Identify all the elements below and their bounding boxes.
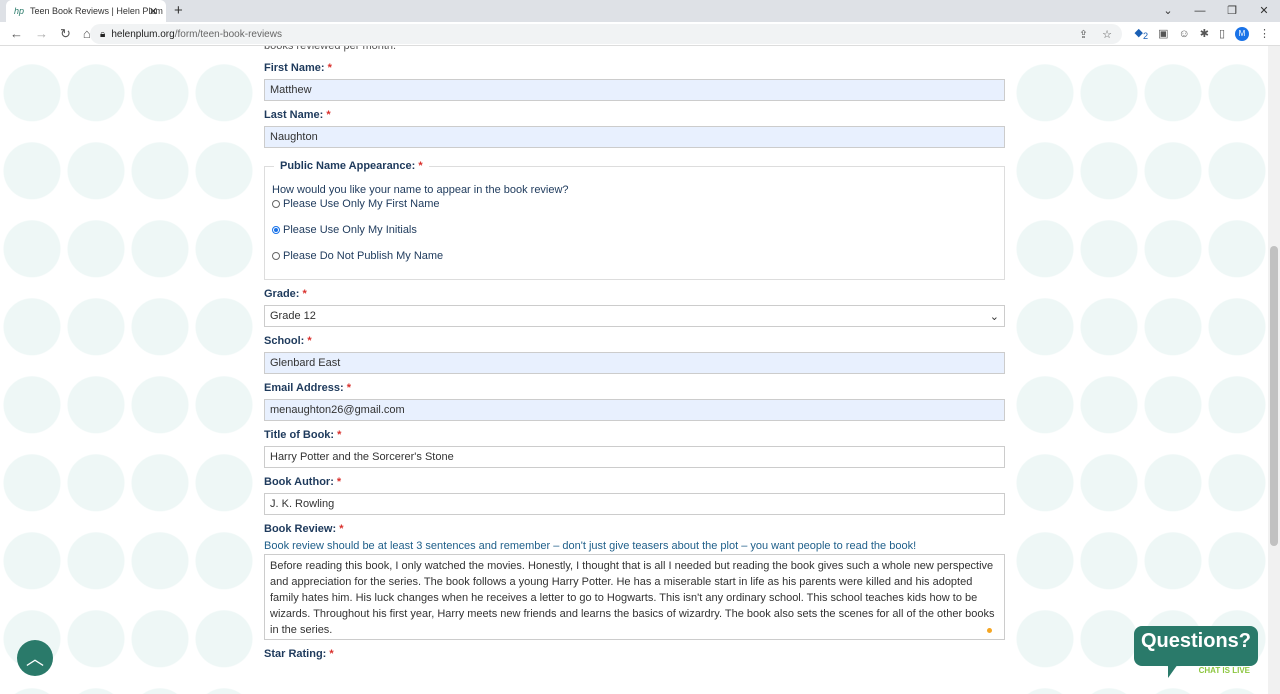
book-title-label: Title of Book: * (264, 429, 342, 441)
grammar-indicator-icon (987, 628, 992, 633)
bookmark-star-icon[interactable]: ☆ (1102, 28, 1112, 41)
side-panel-icon[interactable]: ▯ (1219, 27, 1225, 40)
menu-icon[interactable]: ⋮ (1259, 27, 1270, 40)
book-review-help: Book review should be at least 3 sentenc… (264, 540, 917, 552)
grade-label: Grade: * (264, 288, 307, 300)
last-name-label: Last Name: * (264, 109, 331, 121)
chat-widget-button[interactable]: Questions? CHAT IS LIVE (1134, 626, 1260, 680)
tab-strip: hp Teen Book Reviews | Helen Plum ✕ + ⌄ — ❐ ✕ (0, 0, 1280, 22)
puzzle-icon[interactable]: ✱ (1200, 27, 1209, 40)
chevron-up-icon: ︿ (26, 649, 44, 669)
school-label: School: * (264, 335, 312, 347)
book-author-label: Book Author: * (264, 476, 342, 488)
first-name-label: First Name: * (264, 62, 332, 74)
new-tab-button[interactable]: + (174, 2, 183, 19)
email-input[interactable]: menaughton26@gmail.com (264, 399, 1005, 421)
back-icon[interactable]: ← (10, 26, 23, 42)
chevron-down-icon: ⌄ (989, 310, 999, 323)
reload-icon[interactable]: ↻ (60, 26, 71, 42)
speech-tail (1168, 664, 1178, 678)
close-window-button[interactable]: ✕ (1248, 0, 1280, 22)
scrollbar-thumb[interactable] (1270, 246, 1278, 546)
restore-button[interactable]: ❐ (1216, 0, 1248, 22)
toolbar: ← → ↻ ⌂ 🔒︎ helenplum.org/form/teen-book-revi… (0, 22, 1280, 46)
first-name-input[interactable]: Matthew (264, 79, 1005, 101)
forward-icon[interactable]: → (35, 26, 48, 42)
radio-initials[interactable]: Please Use Only My Initials (272, 222, 997, 238)
public-name-fieldset: Public Name Appearance: * How would you … (264, 160, 1005, 280)
scroll-to-top-button[interactable]: ︿ (17, 640, 53, 676)
extension-icon[interactable]: ◆2 (1135, 26, 1149, 41)
teen-book-review-form: books reviewed per month. First Name: * … (264, 46, 1005, 665)
school-input[interactable]: Glenbard East (264, 352, 1005, 374)
share-icon[interactable]: ⇪ (1079, 28, 1088, 41)
browser-tab[interactable]: hp Teen Book Reviews | Helen Plum ✕ (6, 0, 166, 22)
radio-do-not-publish[interactable]: Please Do Not Publish My Name (272, 248, 997, 264)
email-label: Email Address: * (264, 382, 352, 394)
close-tab-icon[interactable]: ✕ (149, 5, 158, 18)
grade-select[interactable]: Grade 12 ⌄ (264, 305, 1005, 327)
book-title-input[interactable]: Harry Potter and the Sorcerer's Stone (264, 446, 1005, 468)
page: books reviewed per month. First Name: * … (0, 46, 1268, 694)
lock-icon: 🔒︎ (100, 28, 106, 40)
book-author-input[interactable]: J. K. Rowling (264, 493, 1005, 515)
background-pattern (1013, 46, 1268, 694)
radio-first-name[interactable]: Please Use Only My First Name (272, 196, 997, 212)
minimize-button[interactable]: — (1184, 0, 1216, 22)
page-scrollbar[interactable] (1268, 46, 1280, 694)
avatar[interactable]: M (1235, 26, 1249, 41)
background-pattern (0, 46, 255, 694)
extension-icon[interactable]: ☺ (1178, 28, 1189, 40)
public-name-legend: Public Name Appearance: * (280, 160, 423, 172)
book-review-textarea[interactable]: Before reading this book, I only watched… (264, 554, 1005, 640)
extension-icon[interactable]: ▣ (1158, 27, 1168, 40)
tab-search-icon[interactable]: ⌄ (1152, 0, 1184, 22)
address-bar[interactable]: 🔒︎ helenplum.org/form/teen-book-reviews ⇪… (90, 24, 1122, 44)
last-name-input[interactable]: Naughton (264, 126, 1005, 148)
site-favicon-icon: hp (14, 6, 25, 16)
star-rating-label: Star Rating: * (264, 648, 334, 660)
book-review-label: Book Review: * (264, 523, 344, 535)
